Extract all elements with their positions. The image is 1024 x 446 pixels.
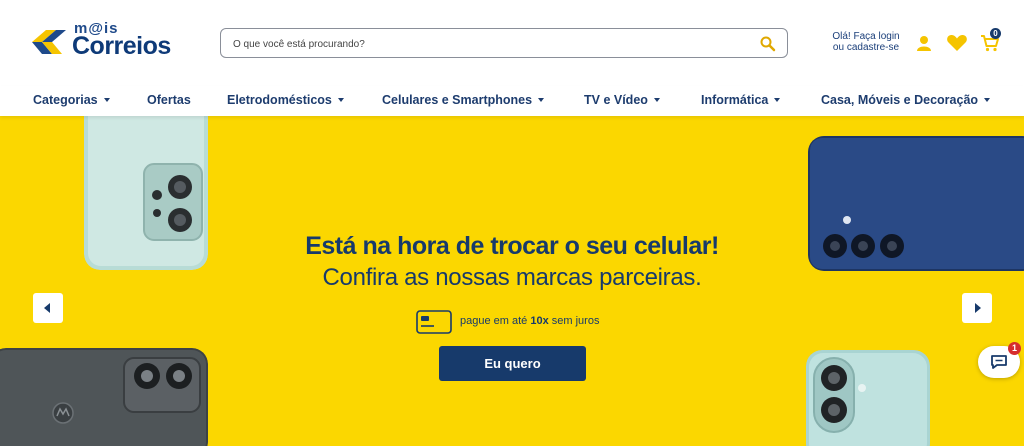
- main-nav: Categorias Ofertas Eletrodomésticos Celu…: [0, 86, 1024, 116]
- nav-item-tv-video[interactable]: TV e Vídeo: [584, 93, 660, 107]
- carousel-prev-button[interactable]: [33, 293, 63, 323]
- search-bar: [220, 28, 788, 58]
- nav-item-ofertas[interactable]: Ofertas: [147, 93, 191, 107]
- chevron-down-icon: [337, 97, 344, 102]
- banner-subline: Confira as nossas marcas parceiras.: [322, 264, 702, 291]
- nav-item-label: TV e Vídeo: [584, 93, 648, 107]
- credit-card-icon: [416, 310, 452, 334]
- cart-count-badge: 0: [990, 28, 1001, 39]
- hero-banner[interactable]: Está na hora de trocar o seu celular! Co…: [0, 116, 1024, 446]
- nav-item-label: Celulares e Smartphones: [382, 93, 533, 107]
- phone-image-dark: [0, 348, 208, 446]
- payment-suffix: sem juros: [551, 315, 600, 327]
- nav-item-label: Informática: [701, 93, 769, 107]
- chevron-down-icon: [653, 97, 660, 102]
- chat-icon: [991, 355, 1007, 369]
- nav-item-label: Categorias: [33, 93, 98, 107]
- nav-item-categorias[interactable]: Categorias: [33, 93, 110, 107]
- login-link[interactable]: Olá! Faça login ou cadastre-se: [830, 31, 902, 53]
- heart-icon[interactable]: [946, 33, 968, 53]
- payment-installments: 10x: [530, 315, 549, 327]
- nav-item-eletrodomesticos[interactable]: Eletrodomésticos: [227, 93, 344, 107]
- chevron-down-icon: [984, 97, 991, 102]
- chevron-down-icon: [103, 97, 110, 102]
- nav-item-label: Eletrodomésticos: [227, 93, 332, 107]
- site-header: m@is Correios Olá! Faça login ou cadastr…: [0, 0, 1024, 86]
- payment-text: pague em até 10x sem juros: [460, 315, 599, 327]
- payment-prefix: pague em até: [460, 315, 528, 327]
- chevron-left-icon: [44, 303, 50, 313]
- chevron-down-icon: [538, 97, 545, 102]
- phone-image-navy: [808, 136, 1024, 271]
- banner-headline: Está na hora de trocar o seu celular!: [305, 232, 719, 260]
- nav-item-label: Ofertas: [147, 93, 191, 107]
- logo-brand-name: Correios: [72, 32, 171, 60]
- brand-logo[interactable]: m@is Correios: [30, 18, 180, 62]
- search-input[interactable]: [233, 35, 733, 53]
- carousel-next-button[interactable]: [962, 293, 992, 323]
- nav-item-celulares[interactable]: Celulares e Smartphones: [382, 93, 545, 107]
- logo-mark-icon: [32, 30, 66, 54]
- chevron-down-icon: [774, 97, 781, 102]
- eu-quero-button[interactable]: Eu quero: [439, 346, 586, 381]
- phone-image-lightblue: [806, 350, 930, 446]
- nav-item-casa-moveis[interactable]: Casa, Móveis e Decoração: [821, 93, 991, 107]
- user-icon[interactable]: [914, 33, 934, 53]
- chevron-right-icon: [975, 303, 981, 313]
- search-icon[interactable]: [759, 35, 777, 53]
- chat-notification-badge: 1: [1008, 342, 1021, 355]
- nav-item-informatica[interactable]: Informática: [701, 93, 781, 107]
- phone-image-mint: [84, 116, 208, 270]
- nav-item-label: Casa, Móveis e Decoração: [821, 93, 979, 107]
